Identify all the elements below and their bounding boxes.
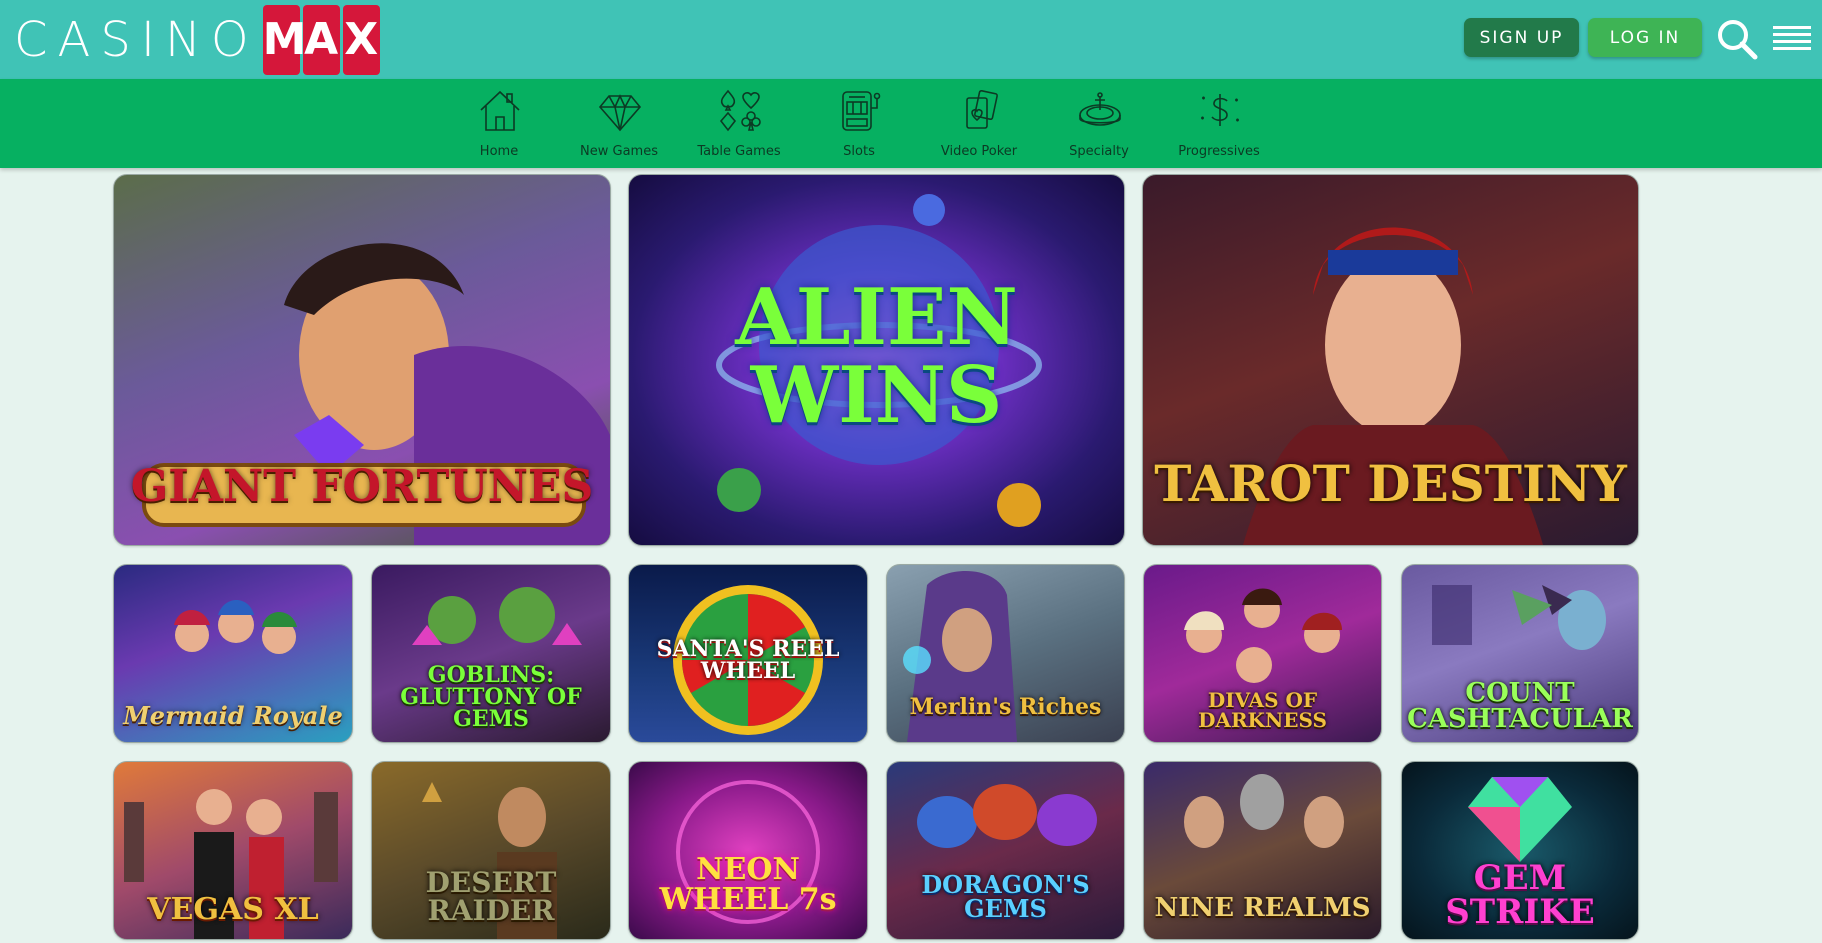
game-tile-vegas-xl[interactable]: VEGAS XL <box>113 761 353 940</box>
game-tile-count-cashtacular[interactable]: COUNT CASHTACULAR <box>1401 564 1639 743</box>
game-tile-alien-wins[interactable]: ALIEN WINS <box>628 174 1125 546</box>
logo-letter: M <box>262 5 306 75</box>
nav-item-video-poker[interactable]: Video Poker <box>924 79 1034 168</box>
home-icon <box>480 90 520 131</box>
nav-label: Progressives <box>1178 144 1260 159</box>
game-tile-giant-fortunes[interactable]: GIANT FORTUNES <box>113 174 611 546</box>
nav-item-new-games[interactable]: New Games <box>564 79 674 168</box>
game-title: GEM STRIKE <box>1445 858 1595 932</box>
logo-max-blocks: M A X <box>262 5 380 75</box>
search-icon[interactable] <box>1716 18 1758 60</box>
game-title: Mermaid Royale <box>123 701 343 730</box>
roulette-wheel-icon <box>1079 92 1121 126</box>
game-tile-doragons-gems[interactable]: DORAGON'S GEMS <box>886 761 1125 940</box>
game-tile-nine-realms[interactable]: NINE REALMS <box>1143 761 1382 940</box>
nav-item-progressives[interactable]: Progressives <box>1164 79 1274 168</box>
game-tile-goblins-gluttony-of-gems[interactable]: GOBLINS: GLUTTONY OF GEMS <box>371 564 611 743</box>
nav-label: Specialty <box>1069 144 1129 159</box>
game-tile-divas-of-darkness[interactable]: DIVAS OF DARKNESS <box>1143 564 1382 743</box>
slot-machine-icon <box>842 91 881 131</box>
playing-cards-icon <box>966 89 998 129</box>
nav-label: Table Games <box>697 144 781 159</box>
game-title: Merlin's Riches <box>909 694 1102 720</box>
game-title: GOBLINS: GLUTTONY OF GEMS <box>400 662 582 732</box>
game-title: NINE REALMS <box>1154 893 1371 923</box>
top-header: CASINO M A X SIGN UP LOG IN <box>0 0 1822 79</box>
nav-label: New Games <box>580 144 658 159</box>
nav-label: Video Poker <box>940 144 1018 159</box>
game-title: DORAGON'S GEMS <box>921 870 1090 923</box>
game-tile-tarot-destiny[interactable]: TAROT DESTINY <box>1142 174 1639 546</box>
card-suits-icon <box>719 89 761 132</box>
game-tile-desert-raider[interactable]: DESERT RAIDER <box>371 761 611 940</box>
game-title: VEGAS XL <box>147 892 319 927</box>
game-title: SANTA'S REEL WHEEL <box>656 636 840 684</box>
game-tile-neon-wheel-7s[interactable]: NEON WHEEL 7s <box>628 761 868 940</box>
diamond-icon <box>598 94 642 132</box>
logo-letter: X <box>342 5 380 75</box>
nav-label: Home <box>479 144 519 159</box>
dollar-icon <box>1201 94 1239 126</box>
game-title: COUNT CASHTACULAR <box>1407 678 1633 734</box>
nav-item-specialty[interactable]: Specialty <box>1044 79 1154 168</box>
game-title: DIVAS OF DARKNESS <box>1198 688 1327 732</box>
nav-label: Slots <box>843 144 875 159</box>
game-tile-mermaid-royale[interactable]: Mermaid Royale <box>113 564 353 743</box>
game-tile-gem-strike[interactable]: GEM STRIKE <box>1401 761 1639 940</box>
game-title: NEON WHEEL 7s <box>659 852 837 917</box>
logo-casino-text: CASINO <box>14 12 259 68</box>
category-nav: Home New Games Table Games Slots Video P… <box>0 79 1822 168</box>
nav-item-slots[interactable]: Slots <box>804 79 914 168</box>
game-title: TAROT DESTINY <box>1154 454 1627 513</box>
log-in-button[interactable]: LOG IN <box>1588 18 1702 57</box>
game-title: DESERT RAIDER <box>425 866 557 927</box>
nav-item-table-games[interactable]: Table Games <box>684 79 794 168</box>
game-tile-merlins-riches[interactable]: Merlin's Riches <box>886 564 1125 743</box>
casino-max-logo[interactable]: CASINO M A X <box>14 5 380 75</box>
hamburger-menu-icon[interactable] <box>1772 20 1812 56</box>
logo-letter: A <box>302 5 340 75</box>
game-tile-santas-reel-wheel[interactable]: SANTA'S REEL WHEEL <box>628 564 868 743</box>
sign-up-button[interactable]: SIGN UP <box>1464 18 1579 57</box>
game-title: GIANT FORTUNES <box>130 461 594 512</box>
nav-item-home[interactable]: Home <box>444 79 554 168</box>
game-title: ALIEN WINS <box>735 272 1018 441</box>
